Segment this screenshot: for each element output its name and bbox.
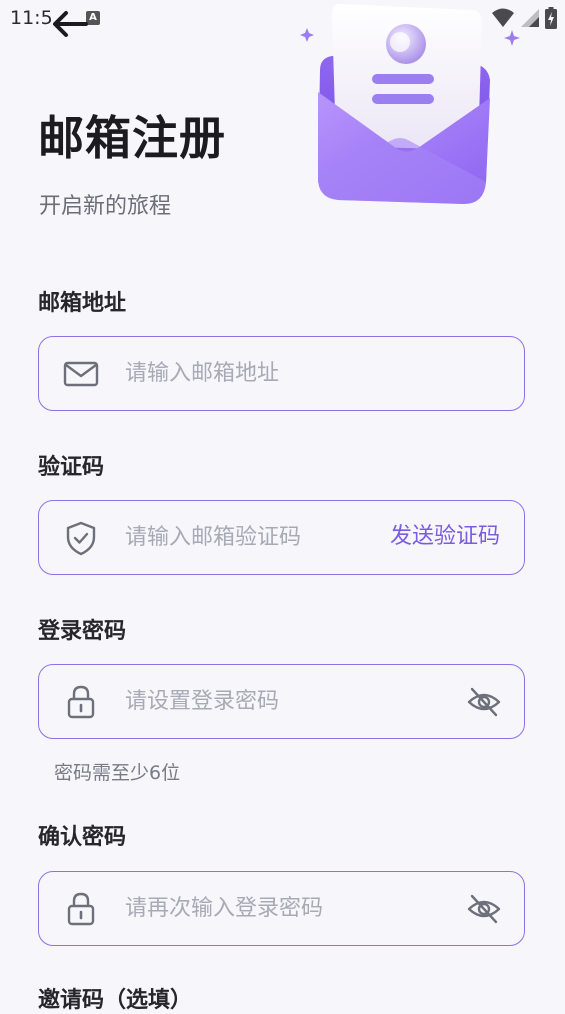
password-hint: 密码需至少6位 (54, 762, 181, 784)
back-button[interactable] (48, 8, 90, 40)
lock-icon (67, 892, 95, 926)
send-code-button[interactable]: 发送验证码 (390, 501, 500, 573)
password-field[interactable] (38, 664, 525, 739)
shield-check-icon (66, 521, 96, 556)
eye-off-icon[interactable] (466, 685, 502, 719)
arrow-left-icon (53, 11, 88, 37)
invite-code-label: 邀请码（选填） (38, 988, 193, 1013)
code-field[interactable]: 发送验证码 (38, 500, 525, 575)
code-label: 验证码 (38, 455, 105, 480)
email-input[interactable] (125, 337, 505, 409)
email-field[interactable] (38, 336, 525, 411)
confirm-password-label: 确认密码 (38, 825, 127, 850)
lock-icon (67, 685, 95, 719)
password-label: 登录密码 (38, 619, 127, 644)
code-input[interactable] (125, 501, 355, 573)
mail-icon (63, 361, 99, 387)
page-subtitle: 开启新的旅程 (39, 194, 172, 219)
confirm-password-input[interactable] (125, 872, 445, 944)
password-input[interactable] (125, 665, 445, 737)
eye-off-icon[interactable] (466, 892, 502, 926)
status-time: 11:5 (10, 7, 53, 29)
battery-charging-icon (545, 7, 557, 29)
confirm-password-field[interactable] (38, 871, 525, 946)
email-label: 邮箱地址 (38, 291, 127, 316)
envelope-letter-illustration (300, 4, 520, 204)
page-title: 邮箱注册 (38, 111, 226, 165)
